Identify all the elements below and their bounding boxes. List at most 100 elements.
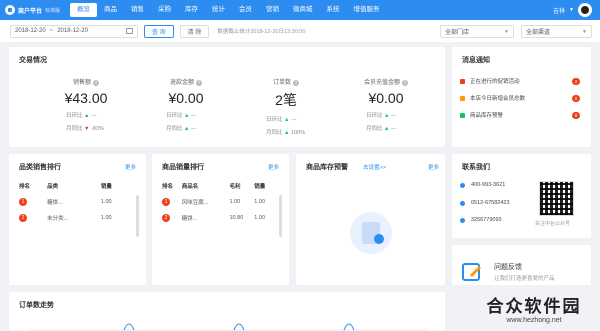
qr-caption: 关注中台公众号 xyxy=(535,221,571,227)
clear-button[interactable]: 清 除 xyxy=(179,24,210,38)
trend-arrow-icon: ▲ xyxy=(382,126,392,132)
scrollbar[interactable] xyxy=(279,195,282,237)
help-icon[interactable]: ? xyxy=(93,80,99,86)
nav-item-7[interactable]: 营销 xyxy=(259,3,286,17)
qq-icon xyxy=(460,217,465,223)
trend-arrow-icon: ▲ xyxy=(182,126,192,132)
user-menu[interactable]: 吉祥 ▼ xyxy=(553,3,592,17)
table-row[interactable]: 2 糖饼... 10.80 1.00 xyxy=(162,210,274,226)
notice-item[interactable]: 正在进行的促销活动 2 xyxy=(460,75,580,87)
product-rank-more-link[interactable]: 更多 xyxy=(268,163,279,171)
help-icon[interactable]: ? xyxy=(293,80,299,86)
nav-item-0[interactable]: 概览 xyxy=(70,3,97,17)
nav-item-5[interactable]: 统计 xyxy=(205,3,232,17)
feedback-title: 问题反馈 xyxy=(494,264,522,271)
trend-arrow-icon: ▲ xyxy=(182,113,192,119)
category-name-cell: 未分类... xyxy=(47,216,69,222)
stat-month-label: 月同比 xyxy=(366,126,383,132)
nav-item-4[interactable]: 库存 xyxy=(178,3,205,17)
trend-arrow-icon: ▲ xyxy=(82,113,92,119)
date-end: 2018-12-20 xyxy=(57,28,88,34)
quantity-cell: 1.00 xyxy=(100,199,112,205)
channel-select-value: 全部渠道 xyxy=(526,30,551,36)
channel-select[interactable]: 全部渠道 ▼ xyxy=(521,25,592,38)
notice-icon xyxy=(460,112,465,118)
column-header: 商品名 xyxy=(181,184,199,190)
notice-text: 本店今日新增会员总数 xyxy=(470,96,526,102)
stat-month-value: --- xyxy=(191,126,197,132)
nav-item-1[interactable]: 商品 xyxy=(97,3,124,17)
table-row[interactable]: 1 风味豆腐... 1.00 1.00 xyxy=(162,194,274,210)
table-row[interactable]: 1 糖饼... 1.00 xyxy=(19,194,129,210)
help-icon[interactable]: ? xyxy=(402,80,408,86)
avatar[interactable] xyxy=(578,3,592,17)
margin-cell: 10.80 xyxy=(229,215,244,221)
stat-month-value: --- xyxy=(391,126,397,132)
trend-arrow-icon: ▲ xyxy=(382,113,392,119)
contact-tel: 0512-67582423 xyxy=(460,200,510,206)
nav-item-8[interactable]: 微商城 xyxy=(286,3,320,17)
trade-stat: 订单数? 2笔 日环比 ▲ --- 月同比 ▲ 100% xyxy=(236,77,336,136)
trade-overview-card: 交易情况 销售额? ¥43.00 日环比 ▲ --- 月同比 ▼ -83% 退款金额? ¥… xyxy=(9,47,445,147)
date-range-picker[interactable]: 2018-12-20 ~ 2018-12-20 xyxy=(10,24,138,38)
stock-alert-settings-link[interactable]: 去设置>> xyxy=(363,163,386,171)
contact-qq: 3256779093 xyxy=(460,217,502,223)
stat-day-compare: 日环比 ▲ --- xyxy=(136,111,236,119)
stat-day-value: --- xyxy=(91,113,97,119)
calendar-icon xyxy=(126,28,133,34)
user-name: 吉祥 xyxy=(553,8,566,15)
notice-badge: 2 xyxy=(572,77,580,85)
category-rank-more-link[interactable]: 更多 xyxy=(125,163,136,171)
rank-badge: 2 xyxy=(162,214,170,222)
notice-icon xyxy=(460,78,465,84)
stat-value: ¥0.00 xyxy=(368,90,404,106)
notice-item[interactable]: 本店今日新增会员总数 0 xyxy=(460,92,580,104)
date-separator: ~ xyxy=(49,28,54,34)
category-rank-title: 品类销售排行 xyxy=(19,164,61,171)
product-name-cell: 糖饼... xyxy=(181,216,198,222)
nav-item-3[interactable]: 采购 xyxy=(151,3,178,17)
stat-day-compare: 日环比 ▲ --- xyxy=(36,111,136,119)
notice-badge: 0 xyxy=(572,94,580,102)
notice-item[interactable]: 商品库存预警 0 xyxy=(460,109,580,121)
table-row[interactable]: 2 未分类... 1.00 xyxy=(19,210,129,226)
column-header: 排名 xyxy=(162,184,174,190)
trade-stat: 会员充值金额? ¥0.00 日环比 ▲ --- 月同比 ▲ --- xyxy=(336,77,436,132)
column-header: 排名 xyxy=(19,184,31,190)
data-cutoff-note: 数据截止统计2018-12-20日13:30:00 xyxy=(217,29,306,35)
brand-logo[interactable]: 商户平台 标准版 xyxy=(0,5,70,15)
query-button[interactable]: 查 询 xyxy=(144,24,174,38)
product-rank-title: 商品销量排行 xyxy=(162,164,204,171)
feedback-subtitle: 让我们打造更喜爱的产品 xyxy=(494,276,555,282)
scrollbar[interactable] xyxy=(136,195,139,237)
rank-cell: 1 xyxy=(162,194,182,210)
table-header: 排名 商品名 毛利 销量 xyxy=(162,178,274,194)
help-icon[interactable]: ? xyxy=(196,80,202,86)
stat-month-value: -83% xyxy=(91,126,104,132)
product-name-cell: 风味豆腐... xyxy=(181,200,209,206)
stat-label-text: 销售额 xyxy=(72,80,91,86)
nav-item-10[interactable]: 增值服务 xyxy=(347,3,387,17)
nav-item-9[interactable]: 系统 xyxy=(320,3,347,17)
stat-label: 销售额? xyxy=(36,77,136,86)
logo-icon xyxy=(5,5,15,15)
stock-alert-more-link[interactable]: 更多 xyxy=(428,163,439,171)
main-nav: 概览 商品 销售 采购 库存 统计 会员 营销 微商城 系统 增值服务 xyxy=(70,0,387,20)
rank-cell: 2 xyxy=(162,210,182,226)
empty-state-illustration xyxy=(350,212,392,254)
category-name-cell: 糖饼... xyxy=(47,200,63,206)
stat-month-compare: 月同比 ▼ -83% xyxy=(36,124,136,132)
stat-label: 会员充值金额? xyxy=(336,77,436,86)
stat-day-label: 日环比 xyxy=(266,117,283,123)
trend-arrow-icon: ▲ xyxy=(282,117,292,123)
nav-item-2[interactable]: 销售 xyxy=(124,3,151,17)
stat-value: ¥43.00 xyxy=(64,90,108,106)
chevron-down-icon: ▼ xyxy=(504,28,509,35)
trade-title: 交易情况 xyxy=(19,57,47,64)
store-select[interactable]: 全部门店 ▼ xyxy=(440,25,514,38)
column-header: 销量 xyxy=(254,184,266,190)
notice-title: 消息通知 xyxy=(462,57,490,64)
phone-icon xyxy=(460,182,465,188)
orders-trend-card: 订单数走势 xyxy=(9,292,445,331)
nav-item-6[interactable]: 会员 xyxy=(232,3,259,17)
